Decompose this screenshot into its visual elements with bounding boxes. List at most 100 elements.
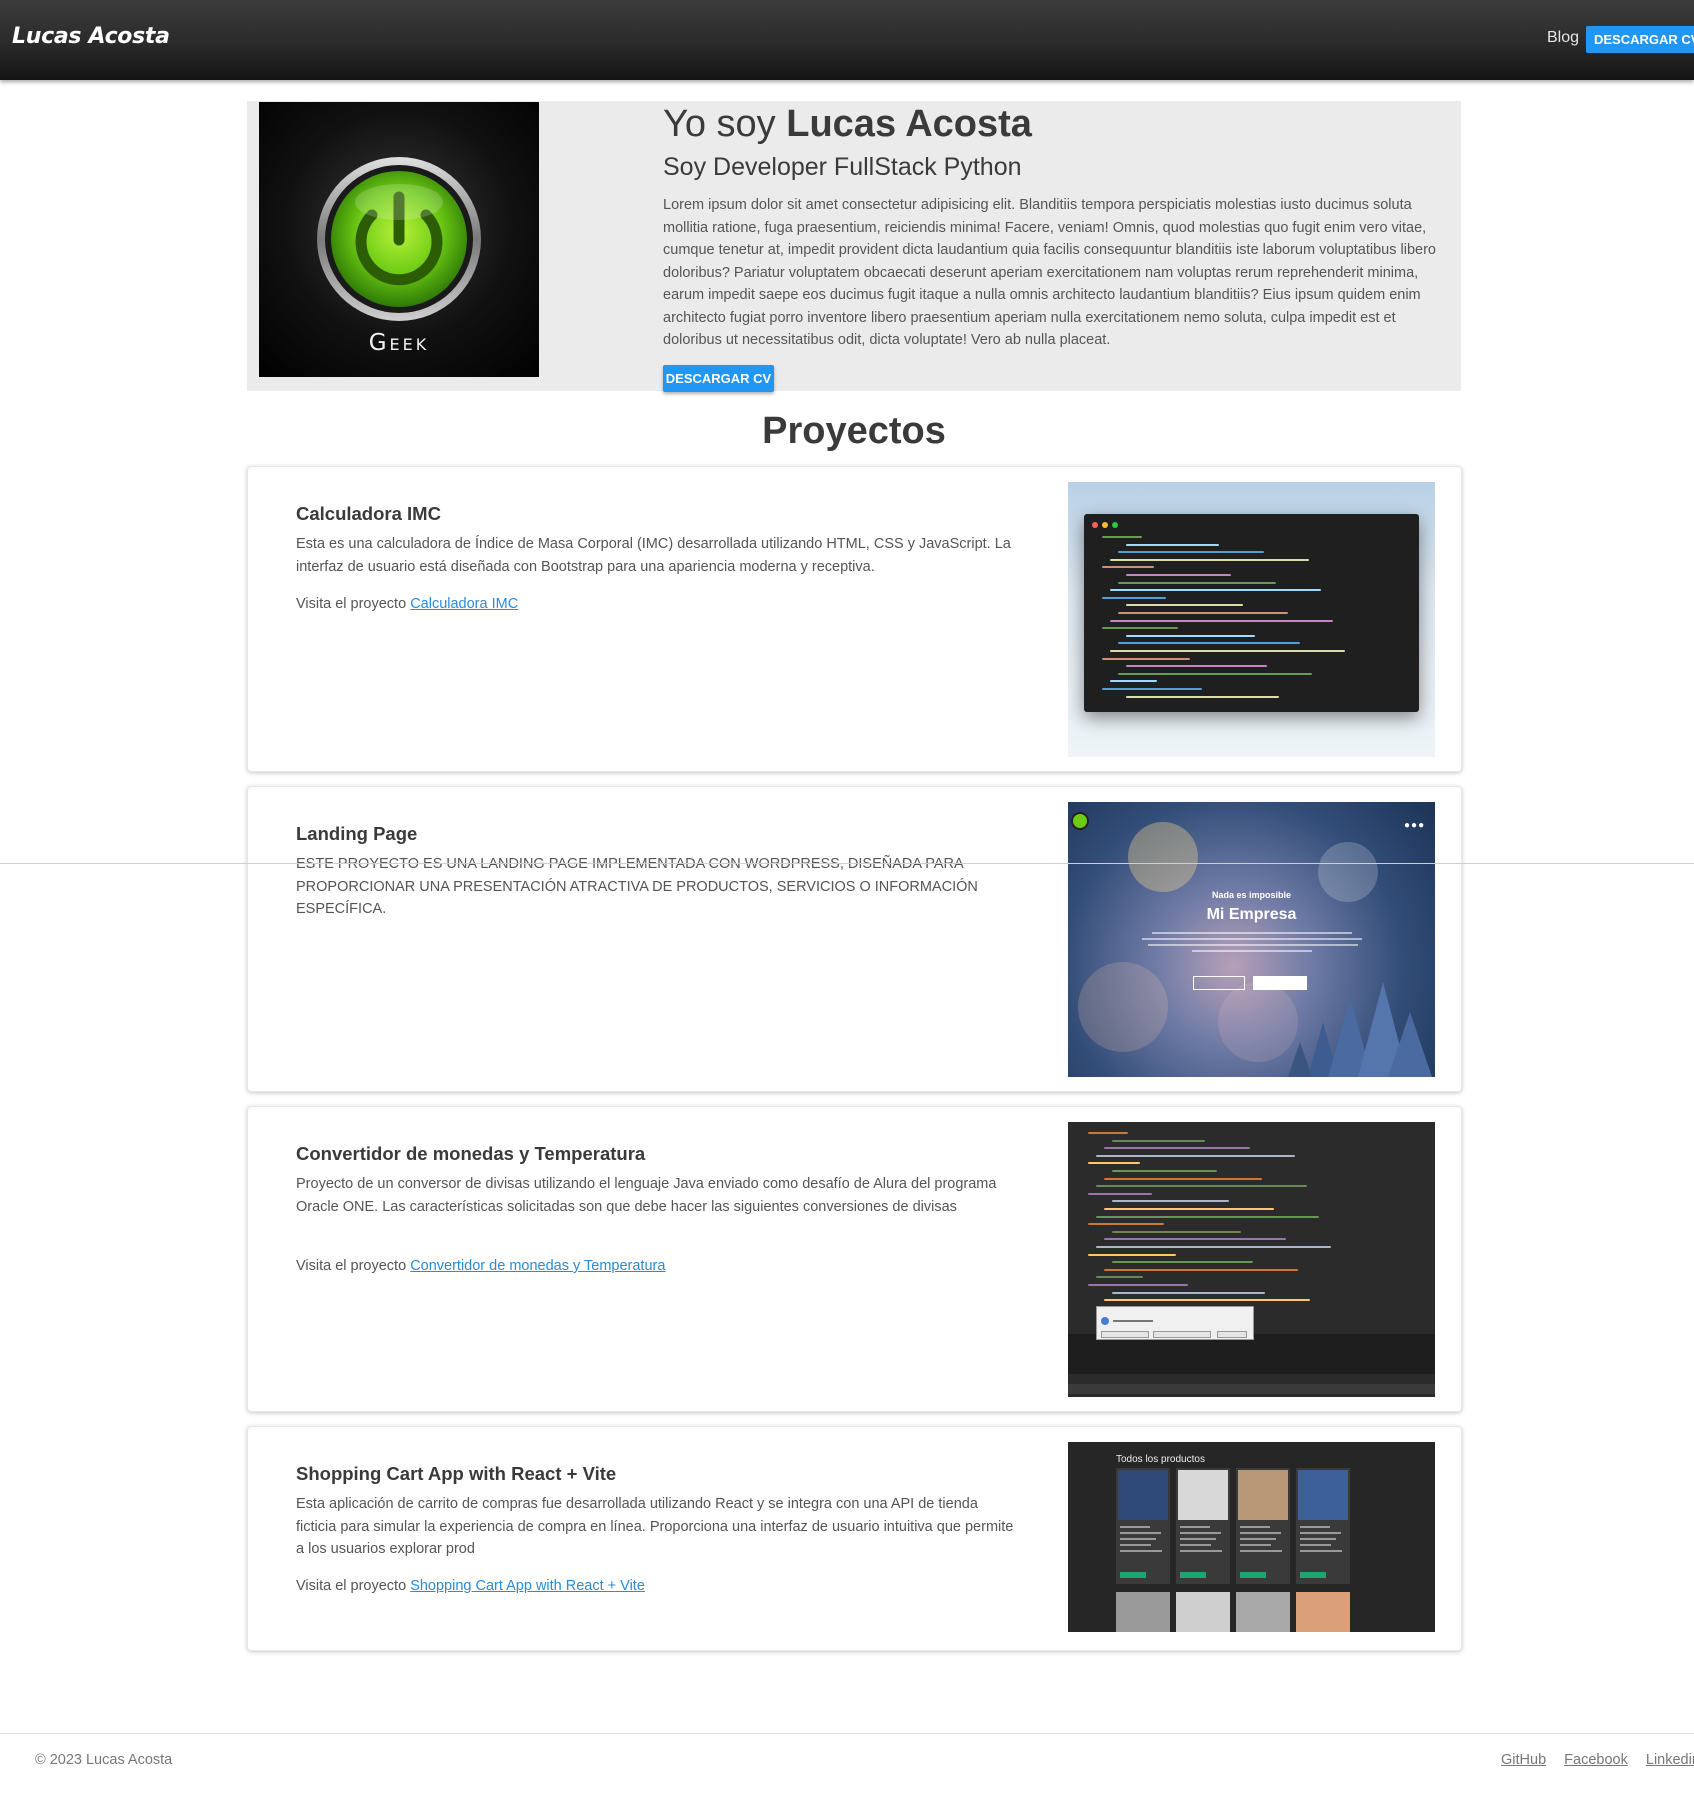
bokeh-light: [1078, 962, 1168, 1052]
landing-text-line: [1142, 938, 1362, 940]
hero-title-name: Lucas Acosta: [786, 103, 1032, 145]
hero-description: Lorem ipsum dolor sit amet consectetur a…: [663, 197, 1436, 348]
code-line: [1118, 551, 1264, 554]
project-screenshot-converter: [1068, 1122, 1435, 1397]
hero-section: Geek Yo soy Lucas Acosta Soy Developer F…: [247, 101, 1461, 392]
code-line: [1110, 558, 1309, 561]
product-text-line: [1240, 1538, 1276, 1540]
code-line: [1112, 1170, 1217, 1172]
brand-logo[interactable]: Lucas Acosta: [12, 24, 170, 49]
product-text-line: [1300, 1526, 1330, 1528]
product-text-line: [1120, 1526, 1150, 1528]
product-image: [1298, 1470, 1348, 1520]
code-line: [1104, 1268, 1298, 1271]
project-visit-line: Visita el proyecto Convertidor de moneda…: [296, 1258, 665, 1274]
code-line: [1088, 1132, 1128, 1134]
product-card: [1116, 1592, 1170, 1632]
project-title: Landing Page: [296, 823, 418, 844]
product-text-line: [1240, 1526, 1270, 1528]
visit-prefix: Visita el proyecto: [296, 1258, 411, 1274]
add-to-cart-button: [1180, 1572, 1206, 1578]
product-text-line: [1120, 1550, 1162, 1552]
dialog-question-icon: [1101, 1317, 1109, 1325]
product-text-line: [1180, 1550, 1222, 1552]
product-image: [1238, 1470, 1288, 1520]
project-title: Calculadora IMC: [296, 503, 441, 524]
github-link[interactable]: GitHub: [1501, 1752, 1546, 1768]
site-logo-icon: [1071, 812, 1089, 830]
geek-power-image: Geek: [259, 102, 539, 377]
code-line: [1102, 596, 1166, 599]
code-line: [1126, 695, 1279, 698]
product-text-line: [1240, 1544, 1271, 1546]
facebook-link[interactable]: Facebook: [1564, 1752, 1628, 1768]
product-text-line: [1300, 1532, 1341, 1534]
code-line: [1096, 1154, 1295, 1157]
hero-title-prefix: Yo soy: [663, 103, 787, 145]
landing-text-line: [1148, 944, 1358, 946]
add-to-cart-button: [1300, 1572, 1326, 1578]
copyright: © 2023 Lucas Acosta: [35, 1752, 173, 1768]
code-line: [1118, 581, 1276, 584]
product-text-line: [1180, 1538, 1216, 1540]
code-line: [1126, 543, 1219, 546]
project-link[interactable]: Convertidor de monedas y Temperatura: [410, 1258, 665, 1274]
project-title: Convertidor de monedas y Temperatura: [296, 1143, 646, 1164]
product-text-line: [1300, 1538, 1336, 1540]
product-text-line: [1120, 1544, 1151, 1546]
project-screenshot-imc: [1068, 482, 1435, 757]
visit-prefix: Visita el proyecto: [296, 1578, 411, 1594]
code-line: [1102, 688, 1202, 690]
product-text-line: [1240, 1550, 1282, 1552]
dialog-text: [1113, 1320, 1153, 1322]
code-line: [1110, 680, 1157, 683]
code-line: [1112, 1291, 1265, 1294]
product-text-line: [1180, 1532, 1221, 1534]
pine-trees-image: [1288, 982, 1432, 1077]
hero-download-cv-button[interactable]: DESCARGAR CV: [663, 365, 774, 392]
code-line: [1096, 1185, 1307, 1188]
product-text-line: [1300, 1550, 1342, 1552]
project-title: Shopping Cart App with React + Vite: [296, 1463, 617, 1484]
nav-download-cv-button[interactable]: DESCARGAR CV: [1586, 26, 1694, 53]
landing-text-line: [1152, 932, 1352, 934]
code-line: [1088, 1162, 1140, 1165]
project-link[interactable]: Shopping Cart App with React + Vite: [410, 1578, 645, 1594]
nav-blog-link[interactable]: Blog: [1547, 29, 1579, 47]
code-line: [1102, 536, 1142, 538]
footer-divider: [0, 1733, 1694, 1734]
code-line: [1104, 1208, 1274, 1210]
dialog-box: [1096, 1306, 1254, 1340]
add-to-cart-button: [1120, 1572, 1146, 1578]
code-line: [1118, 612, 1288, 614]
product-text-line: [1120, 1538, 1156, 1540]
project-link[interactable]: Calculadora IMC: [410, 596, 518, 612]
product-card: [1296, 1468, 1350, 1584]
project-screenshot-landing: ●●● Nada es imposible Mi Empresa: [1068, 802, 1435, 1077]
linkedin-link[interactable]: Linkedin: [1646, 1752, 1694, 1768]
project-card-converter: Convertidor de monedas y Temperatura Pro…: [247, 1106, 1462, 1412]
landing-button-outline: [1193, 976, 1245, 990]
hero-subtitle: Soy Developer FullStack Python: [663, 153, 1022, 181]
project-card-imc: Calculadora IMC Esta es una calculadora …: [247, 466, 1462, 772]
code-line: [1110, 650, 1345, 652]
code-line: [1118, 642, 1300, 645]
code-line: [1102, 566, 1154, 569]
code-editor-window: [1084, 514, 1419, 712]
window-close-dot: [1092, 522, 1098, 528]
code-line: [1126, 634, 1255, 637]
product-image: [1178, 1470, 1228, 1520]
code-line: [1110, 619, 1333, 622]
landing-text-line: [1192, 950, 1312, 952]
code-line: [1112, 1139, 1205, 1142]
add-to-cart-button: [1240, 1572, 1266, 1578]
product-image: [1118, 1470, 1168, 1520]
window-minimize-dot: [1102, 522, 1108, 528]
product-card: [1176, 1592, 1230, 1632]
code-line: [1088, 1192, 1152, 1195]
ide-console-panel: [1068, 1334, 1435, 1374]
product-text-line: [1120, 1532, 1161, 1534]
project-visit-line: Visita el proyecto Shopping Cart App wit…: [296, 1578, 645, 1594]
product-card: [1296, 1592, 1350, 1632]
project-description: Esta es una calculadora de Índice de Mas…: [296, 536, 1011, 575]
